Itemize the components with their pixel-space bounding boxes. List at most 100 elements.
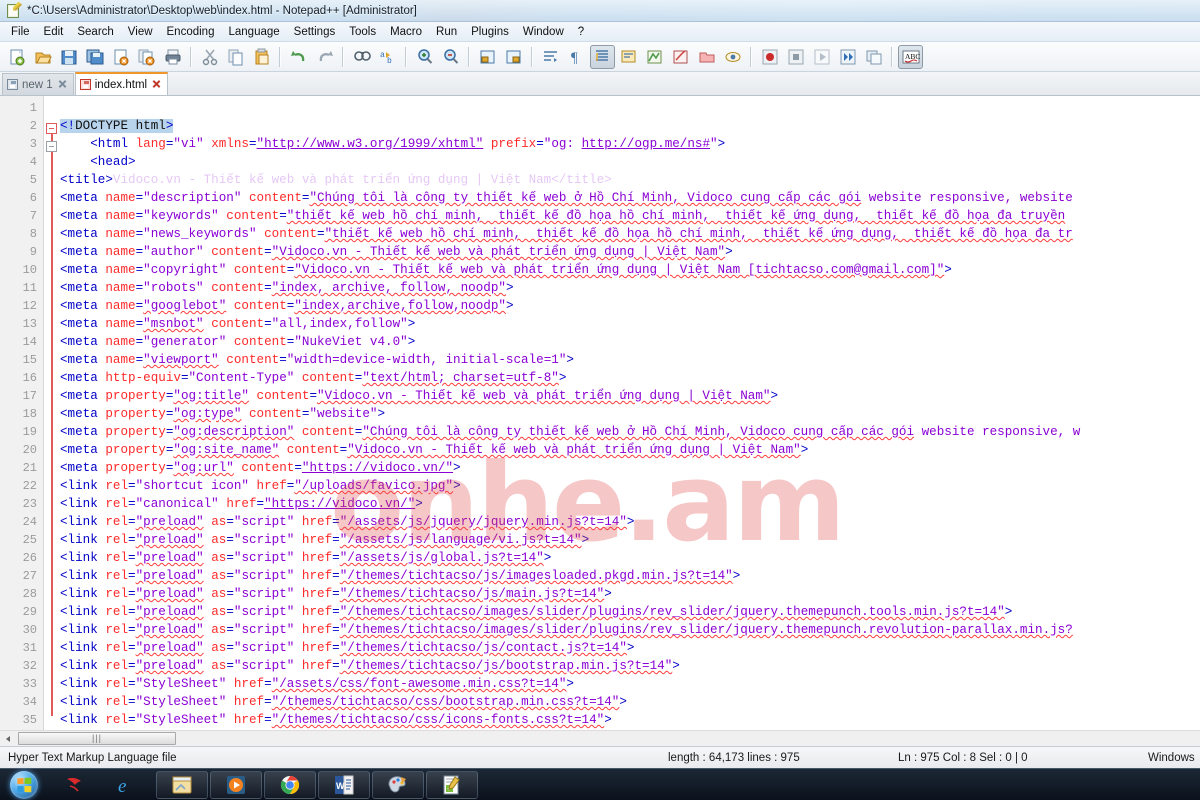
code-line[interactable]: <meta name="description" content="Chúng …: [60, 189, 1200, 207]
code-line[interactable]: <link rel="shortcut icon" href="/uploads…: [60, 477, 1200, 495]
spell-check-icon[interactable]: ABC: [898, 44, 923, 69]
copy-icon[interactable]: [223, 45, 248, 69]
code-line[interactable]: <link rel="StyleSheet" href="/assets/css…: [60, 675, 1200, 693]
taskbar-item-chrome[interactable]: [264, 770, 316, 799]
code-line[interactable]: <meta property="og:site_name" content="V…: [60, 441, 1200, 459]
run-macro-multiple-icon[interactable]: [835, 45, 860, 69]
code-content[interactable]: <!DOCTYPE html> <html lang="vi" xmlns="h…: [60, 96, 1200, 730]
code-line[interactable]: <meta property="og:url" content="https:/…: [60, 459, 1200, 477]
zoom-out-icon[interactable]: [438, 45, 463, 69]
taskbar-item-word[interactable]: W: [318, 770, 370, 799]
show-function-list-icon[interactable]: [642, 45, 667, 69]
fold-marker-html[interactable]: [46, 123, 57, 134]
code-line[interactable]: <head>: [60, 153, 1200, 171]
code-line[interactable]: <link rel="preload" as="script" href="/t…: [60, 657, 1200, 675]
scrollbar-thumb[interactable]: |||: [18, 731, 176, 745]
zoom-in-icon[interactable]: [412, 45, 437, 69]
menu-macro[interactable]: Macro: [383, 23, 429, 41]
code-line[interactable]: <meta name="news_keywords" content="thiế…: [60, 225, 1200, 243]
save-all-icon[interactable]: [82, 45, 107, 69]
record-macro-icon[interactable]: [757, 45, 782, 69]
close-icon[interactable]: [151, 79, 162, 90]
code-line[interactable]: <meta name="generator" content="NukeViet…: [60, 333, 1200, 351]
new-file-icon[interactable]: [4, 45, 29, 69]
code-line[interactable]: <!DOCTYPE html>: [60, 117, 1200, 135]
code-line[interactable]: <meta name="author" content="Vidoco.vn -…: [60, 243, 1200, 261]
taskbar-item-app[interactable]: [48, 771, 100, 799]
replace-icon[interactable]: ab: [375, 45, 400, 69]
open-file-icon[interactable]: [30, 45, 55, 69]
menu-search[interactable]: Search: [70, 23, 120, 41]
code-line[interactable]: <link rel="StyleSheet" href="/themes/tic…: [60, 711, 1200, 729]
menu-tools[interactable]: Tools: [342, 23, 383, 41]
menu-file[interactable]: File: [4, 23, 37, 41]
tab-index-html[interactable]: index.html: [74, 72, 169, 95]
code-line[interactable]: <link rel="preload" as="script" href="/t…: [60, 585, 1200, 603]
code-line[interactable]: <title>Vidoco.vn - Thiết kế web và phát …: [60, 171, 1200, 189]
word-wrap-icon[interactable]: [538, 45, 563, 69]
menu-plugins[interactable]: Plugins: [464, 23, 516, 41]
undo-icon[interactable]: [286, 45, 311, 69]
menu-help[interactable]: ?: [571, 23, 591, 41]
start-button[interactable]: [2, 770, 46, 800]
menu-window[interactable]: Window: [516, 23, 571, 41]
paste-icon[interactable]: [249, 45, 274, 69]
code-line[interactable]: <link rel="preload" as="script" href="/t…: [60, 639, 1200, 657]
horizontal-scrollbar[interactable]: |||: [0, 730, 1200, 746]
code-line[interactable]: <link rel="preload" as="script" href="/a…: [60, 531, 1200, 549]
code-line[interactable]: <link rel="StyleSheet" href="/themes/tic…: [60, 693, 1200, 711]
code-line[interactable]: <meta http-equiv="Content-Type" content=…: [60, 369, 1200, 387]
taskbar-item-windows-explorer[interactable]: [156, 770, 208, 799]
save-icon[interactable]: [56, 45, 81, 69]
tab-new-1[interactable]: new 1: [2, 73, 74, 95]
code-line[interactable]: <meta name="viewport" content="width=dev…: [60, 351, 1200, 369]
taskbar-item-notepad-plus-plus[interactable]: +: [426, 770, 478, 799]
redo-icon[interactable]: [312, 45, 337, 69]
show-all-characters-icon[interactable]: ¶: [564, 45, 589, 69]
taskbar-item-paint[interactable]: [372, 770, 424, 799]
code-line[interactable]: <meta property="og:type" content="websit…: [60, 405, 1200, 423]
close-icon[interactable]: [57, 79, 68, 90]
code-line[interactable]: <link rel="preload" as="script" href="/t…: [60, 621, 1200, 639]
code-line[interactable]: <meta name="keywords" content="thiết kế …: [60, 207, 1200, 225]
document-preview-icon[interactable]: [720, 45, 745, 69]
menu-language[interactable]: Language: [221, 23, 286, 41]
menu-encoding[interactable]: Encoding: [160, 23, 222, 41]
scroll-left-arrow-icon[interactable]: [0, 731, 16, 747]
code-line[interactable]: [60, 99, 1200, 117]
play-macro-icon[interactable]: [809, 45, 834, 69]
code-line[interactable]: <meta name="googlebot" content="index,ar…: [60, 297, 1200, 315]
sync-horizontal-scroll-icon[interactable]: [501, 45, 526, 69]
code-line[interactable]: <meta name="msnbot" content="all,index,f…: [60, 315, 1200, 333]
indent-guide-icon[interactable]: [590, 44, 615, 69]
fold-marker-head[interactable]: [46, 141, 57, 152]
document-map-icon[interactable]: [668, 45, 693, 69]
code-editor[interactable]: 1 2 3 4 5 6 7 8 9 10 11 12 13 14 15 16 17 18 19 20 21 22 23 24 2…: [0, 96, 1200, 730]
sync-vertical-scroll-icon[interactable]: [475, 45, 500, 69]
code-line[interactable]: <link rel="preload" as="script" href="/t…: [60, 567, 1200, 585]
code-line[interactable]: <meta name="robots" content="index, arch…: [60, 279, 1200, 297]
menu-settings[interactable]: Settings: [287, 23, 343, 41]
save-macro-icon[interactable]: [861, 45, 886, 69]
stop-macro-icon[interactable]: [783, 45, 808, 69]
code-line[interactable]: <link rel="preload" as="script" href="/t…: [60, 603, 1200, 621]
taskbar-item-media-player[interactable]: [210, 770, 262, 799]
code-line[interactable]: <meta property="og:title" content="Vidoc…: [60, 387, 1200, 405]
code-line[interactable]: <html lang="vi" xmlns="http://www.w3.org…: [60, 135, 1200, 153]
menu-run[interactable]: Run: [429, 23, 464, 41]
print-icon[interactable]: [160, 45, 185, 69]
fold-margin[interactable]: [44, 96, 60, 730]
find-icon[interactable]: [349, 45, 374, 69]
code-line[interactable]: <link rel="preload" as="script" href="/a…: [60, 513, 1200, 531]
code-line[interactable]: <link rel="canonical" href="https://vido…: [60, 495, 1200, 513]
code-line[interactable]: <link rel="preload" as="script" href="/a…: [60, 549, 1200, 567]
user-defined-dialog-icon[interactable]: [616, 45, 641, 69]
folder-as-workspace-icon[interactable]: [694, 45, 719, 69]
close-all-icon[interactable]: [134, 45, 159, 69]
menu-view[interactable]: View: [121, 23, 160, 41]
scrollbar-track[interactable]: |||: [16, 731, 1200, 747]
cut-icon[interactable]: [197, 45, 222, 69]
code-line[interactable]: <meta property="og:description" content=…: [60, 423, 1200, 441]
taskbar-item-internet-explorer[interactable]: e: [102, 771, 154, 799]
close-file-icon[interactable]: [108, 45, 133, 69]
